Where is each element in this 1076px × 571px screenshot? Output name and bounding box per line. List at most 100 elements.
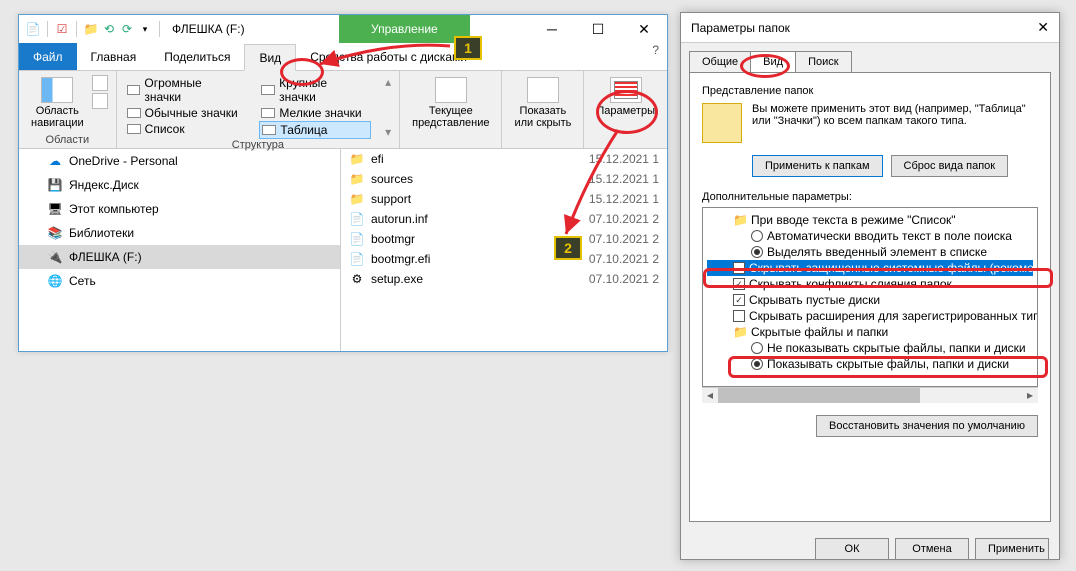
horizontal-scrollbar[interactable]: ◂▸ xyxy=(702,387,1038,403)
option-row[interactable]: 📁 При вводе текста в режиме "Список" xyxy=(707,212,1033,228)
dialog-close-button[interactable]: ✕ xyxy=(1037,19,1049,36)
tab-view[interactable]: Вид xyxy=(244,44,296,71)
file-name: autorun.inf xyxy=(371,212,565,226)
options-label: Параметры xyxy=(596,105,655,117)
folder-options-dialog: Параметры папок ✕ Общие Вид Поиск Предст… xyxy=(680,12,1060,560)
file-row[interactable]: 📁efi15.12.2021 1 xyxy=(341,149,667,169)
file-row[interactable]: 📄bootmgr07.10.2021 2 xyxy=(341,229,667,249)
scroll-up-icon[interactable]: ▴ xyxy=(385,75,391,89)
apply-to-folders-button[interactable]: Применить к папкам xyxy=(752,155,883,177)
option-row[interactable]: 📁Скрытые файлы и папки xyxy=(707,324,1033,340)
file-icon: 📄 xyxy=(349,211,365,227)
minimize-button[interactable]: ─ xyxy=(529,15,575,43)
layout-icon xyxy=(261,108,275,118)
file-date: 15.12.2021 1 xyxy=(571,152,659,166)
file-row[interactable]: 📁sources15.12.2021 1 xyxy=(341,169,667,189)
qat-folder-icon[interactable]: 📁 xyxy=(83,21,99,37)
checkbox-icon[interactable]: ✓ xyxy=(733,294,745,306)
file-list[interactable]: 📁efi15.12.2021 1📁sources15.12.2021 1📁sup… xyxy=(341,149,667,351)
apply-button[interactable]: Применить xyxy=(975,538,1049,560)
ok-button[interactable]: ОК xyxy=(815,538,889,560)
advanced-options-list[interactable]: 📁 При вводе текста в режиме "Список"Автом… xyxy=(702,207,1038,387)
details-pane-icon[interactable] xyxy=(92,93,108,109)
reset-folders-button[interactable]: Сброс вида папок xyxy=(891,155,1009,177)
file-row[interactable]: 📄autorun.inf07.10.2021 2 xyxy=(341,209,667,229)
options-icon xyxy=(610,77,642,103)
tree-flash[interactable]: 🔌ФЛЕШКА (F:) xyxy=(19,245,340,269)
option-row[interactable]: Не показывать скрытые файлы, папки и дис… xyxy=(707,340,1033,356)
qat-undo-icon[interactable]: ⟲ xyxy=(101,21,117,37)
file-icon: 📄 xyxy=(349,251,365,267)
layout-table[interactable]: Таблица xyxy=(259,121,371,139)
options-button[interactable]: Параметры xyxy=(592,75,659,146)
scroll-down-icon[interactable]: ▾ xyxy=(385,125,391,139)
radio-icon[interactable] xyxy=(751,246,763,258)
cancel-button[interactable]: Отмена xyxy=(895,538,969,560)
scrollbar-thumb[interactable] xyxy=(718,388,920,403)
tab-share[interactable]: Поделиться xyxy=(150,43,244,70)
option-row[interactable]: Скрывать расширения для зарегистрированн… xyxy=(707,308,1033,324)
restore-defaults-button[interactable]: Восстановить значения по умолчанию xyxy=(816,415,1038,437)
option-row[interactable]: Выделять введенный элемент в списке xyxy=(707,244,1033,260)
nav-pane-button[interactable]: Область навигации xyxy=(27,75,88,134)
layout-icon xyxy=(127,108,141,118)
option-text: При вводе текста в режиме "Список" xyxy=(751,213,956,227)
explorer-window: 📄 ☑ 📁 ⟲ ⟳ ▾ ФЛЕШКА (F:) Управление ─ ☐ ✕… xyxy=(18,14,668,352)
option-row[interactable]: ✓Скрывать пустые диски xyxy=(707,292,1033,308)
opt-tab-search[interactable]: Поиск xyxy=(795,51,851,72)
file-date: 07.10.2021 2 xyxy=(571,252,659,266)
preview-pane-icon[interactable] xyxy=(92,75,108,91)
option-row[interactable]: Показывать скрытые файлы, папки и диски xyxy=(707,356,1033,372)
radio-icon[interactable] xyxy=(751,358,763,370)
checkbox-icon[interactable] xyxy=(733,310,745,322)
maximize-button[interactable]: ☐ xyxy=(575,15,621,43)
layout-icon xyxy=(127,124,141,134)
tree-yandex[interactable]: 💾Яндекс.Диск xyxy=(19,173,340,197)
radio-icon[interactable] xyxy=(751,230,763,242)
library-icon: 📚 xyxy=(47,225,63,241)
layout-icon xyxy=(261,85,275,95)
layout-icon xyxy=(127,85,141,95)
checkbox-icon[interactable]: ✓ xyxy=(733,278,745,290)
tree-onedrive[interactable]: ☁OneDrive - Personal xyxy=(19,149,340,173)
qat-redo-icon[interactable]: ⟳ xyxy=(119,21,135,37)
option-row[interactable]: ✓Скрывать конфликты слияния папок xyxy=(707,276,1033,292)
option-text: Скрывать расширения для зарегистрированн… xyxy=(749,309,1038,323)
opt-tab-view[interactable]: Вид xyxy=(750,51,796,72)
ribbon-tabs: Файл Главная Поделиться Вид Средства раб… xyxy=(19,43,667,71)
folder-icon: 📁 xyxy=(733,213,747,227)
tab-file[interactable]: Файл xyxy=(19,43,77,70)
file-icon: 📁 xyxy=(349,191,365,207)
advanced-options-label: Дополнительные параметры: xyxy=(702,191,1038,203)
checkbox-icon[interactable] xyxy=(733,262,745,274)
current-view-button[interactable]: Текущее представление xyxy=(408,75,493,146)
close-button[interactable]: ✕ xyxy=(621,15,667,43)
radio-icon[interactable] xyxy=(751,342,763,354)
layout-normal[interactable]: Обычные значки xyxy=(125,105,246,121)
layout-small[interactable]: Мелкие значки xyxy=(259,105,371,121)
layout-list[interactable]: Список xyxy=(125,121,246,137)
nav-tree[interactable]: ☁OneDrive - Personal 💾Яндекс.Диск 🖥Этот … xyxy=(19,149,341,351)
show-hide-button[interactable]: Показать или скрыть xyxy=(510,75,575,146)
show-hide-label: Показать или скрыть xyxy=(514,105,571,129)
opt-tab-general[interactable]: Общие xyxy=(689,51,751,72)
file-row[interactable]: 📁support15.12.2021 1 xyxy=(341,189,667,209)
layout-huge[interactable]: Огромные значки xyxy=(125,75,246,105)
file-row[interactable]: 📄 bootmgr.efi 07.10.2021 2 xyxy=(341,249,667,269)
qat-checkbox-icon[interactable]: ☑ xyxy=(54,21,70,37)
manage-tab[interactable]: Управление xyxy=(339,15,470,43)
layout-large[interactable]: Крупные значки xyxy=(259,75,371,105)
tree-network[interactable]: 🌐Сеть xyxy=(19,269,340,293)
layout-icon xyxy=(262,125,276,135)
file-row[interactable]: ⚙setup.exe07.10.2021 2 xyxy=(341,269,667,289)
qat-dropdown-icon[interactable]: ▾ xyxy=(137,21,153,37)
file-name: bootmgr.efi xyxy=(371,252,565,266)
window-title: ФЛЕШКА (F:) xyxy=(172,22,245,36)
tree-thispc[interactable]: 🖥Этот компьютер xyxy=(19,197,340,221)
option-row[interactable]: Автоматически вводить текст в поле поиск… xyxy=(707,228,1033,244)
disk-icon: 💾 xyxy=(47,177,63,193)
help-icon[interactable]: ? xyxy=(652,43,659,70)
tree-libraries[interactable]: 📚Библиотеки xyxy=(19,221,340,245)
tab-home[interactable]: Главная xyxy=(77,43,151,70)
option-row[interactable]: Скрывать защищенные системные файлы (рек… xyxy=(707,260,1033,276)
